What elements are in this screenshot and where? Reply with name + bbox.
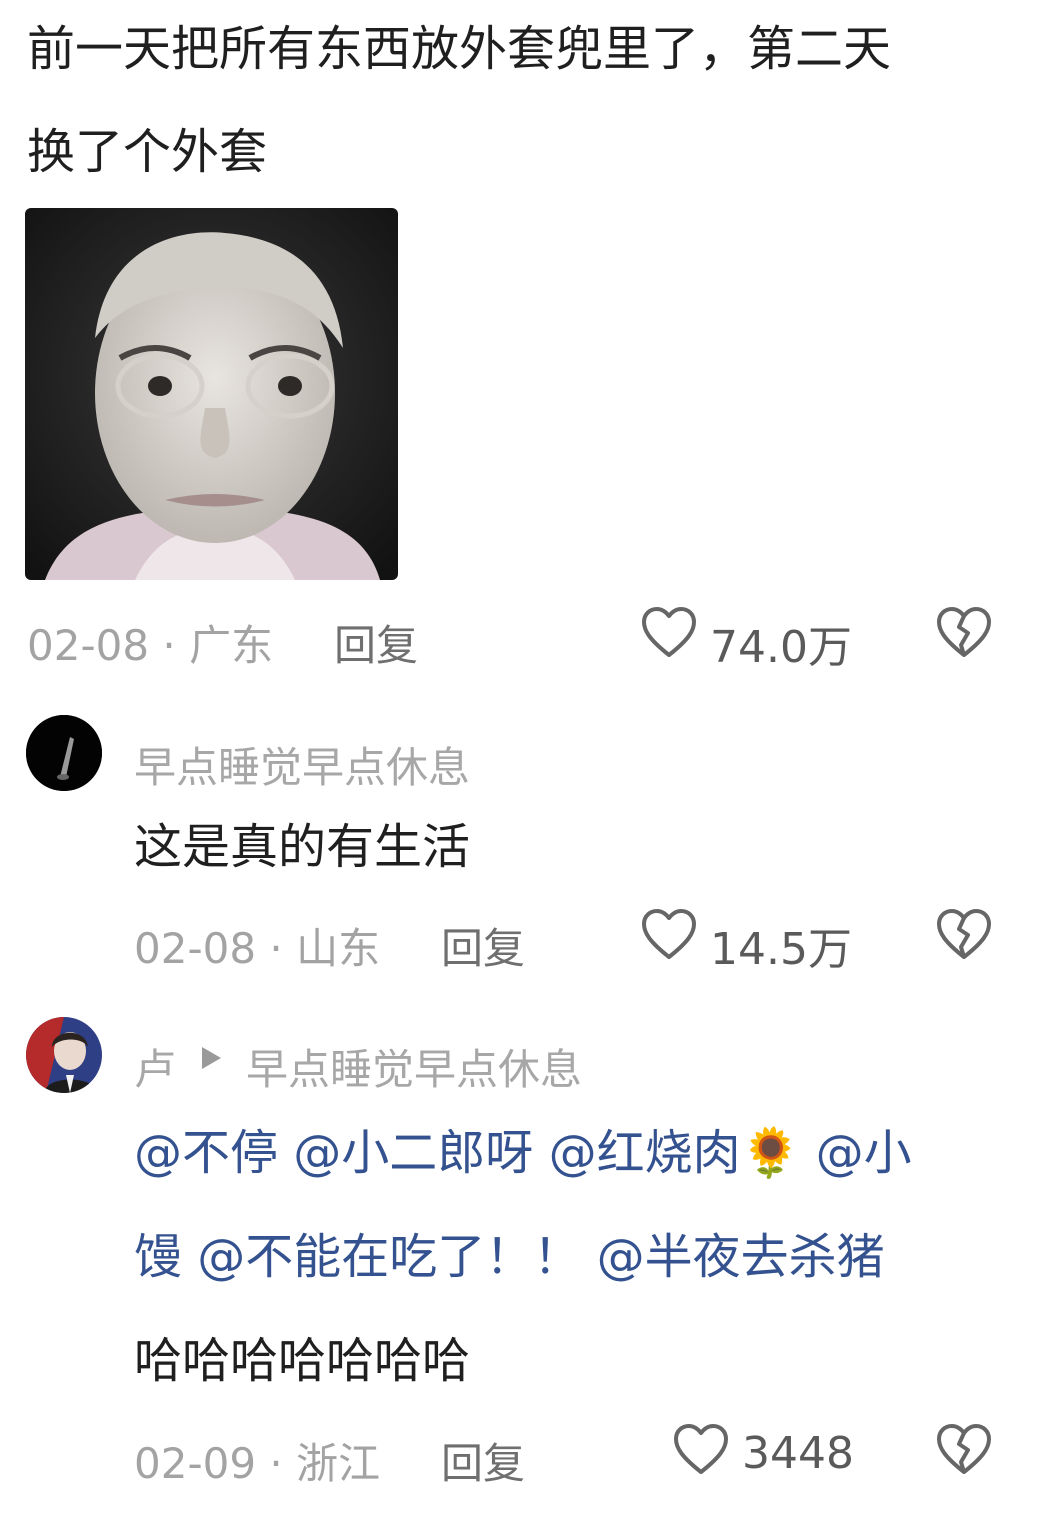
like-button[interactable] (672, 1422, 732, 1480)
comment-text-line-1: @不停 @小二郎呀 @红烧肉🌻 @小 (134, 1127, 1034, 1187)
comment-meta: 02-09 · 浙江 (134, 1439, 381, 1488)
sunflower-emoji: 🌻 (740, 1125, 801, 1181)
dislike-button[interactable] (935, 1422, 995, 1480)
username[interactable]: 卢 (134, 1036, 176, 1097)
heart-outline-icon (642, 607, 696, 657)
comment-image[interactable] (25, 208, 398, 580)
mention-link[interactable]: @小二郎呀 (293, 1125, 533, 1181)
comment-text-line-2: 馒 @不能在吃了！！ @半夜去杀猪 (134, 1231, 1034, 1291)
avatar[interactable] (26, 1017, 102, 1093)
mention-link[interactable]: @不能在吃了！！ (197, 1229, 581, 1285)
reply-button[interactable]: 回复 (441, 1430, 525, 1491)
heart-outline-icon (642, 909, 696, 959)
reply-to-username[interactable]: 早点睡觉早点休息 (246, 1036, 582, 1097)
mention-link[interactable]: @红烧肉 (549, 1125, 741, 1181)
mention-link[interactable]: @小 (816, 1125, 912, 1181)
comment-text-line-1: 前一天把所有东西放外套兜里了，第二天 (27, 21, 892, 77)
comment-text-line-2: 换了个外套 (27, 124, 268, 180)
mention-link[interactable]: @不停 (134, 1125, 278, 1181)
avatar-image (26, 715, 102, 791)
reply-button[interactable]: 回复 (334, 612, 418, 673)
like-button[interactable] (640, 907, 700, 965)
like-count: 74.0万 (710, 622, 852, 673)
mention-link-continued[interactable]: 馒 (134, 1229, 182, 1285)
comment-meta: 02-08 · 山东 (134, 924, 381, 973)
heart-outline-icon (674, 1424, 728, 1474)
avatar-image (26, 1017, 102, 1093)
reply-arrow-icon (198, 1044, 224, 1076)
reply-button[interactable]: 回复 (441, 915, 525, 976)
like-count: 14.5万 (710, 924, 852, 975)
like-count: 3448 (742, 1428, 854, 1479)
comment-text-line-3: 哈哈哈哈哈哈哈 (134, 1333, 471, 1389)
meme-face-image (25, 208, 398, 580)
comment-meta: 02-08 · 广东 (27, 621, 274, 670)
broken-heart-icon (937, 909, 991, 959)
broken-heart-icon (937, 1424, 991, 1474)
mention-link[interactable]: @半夜去杀猪 (597, 1229, 885, 1285)
dislike-button[interactable] (935, 605, 995, 663)
like-button[interactable] (640, 605, 700, 663)
avatar[interactable] (26, 715, 102, 791)
broken-heart-icon (937, 607, 991, 657)
dislike-button[interactable] (935, 907, 995, 965)
comment-text: 这是真的有生活 (134, 819, 471, 875)
username[interactable]: 早点睡觉早点休息 (134, 734, 470, 795)
